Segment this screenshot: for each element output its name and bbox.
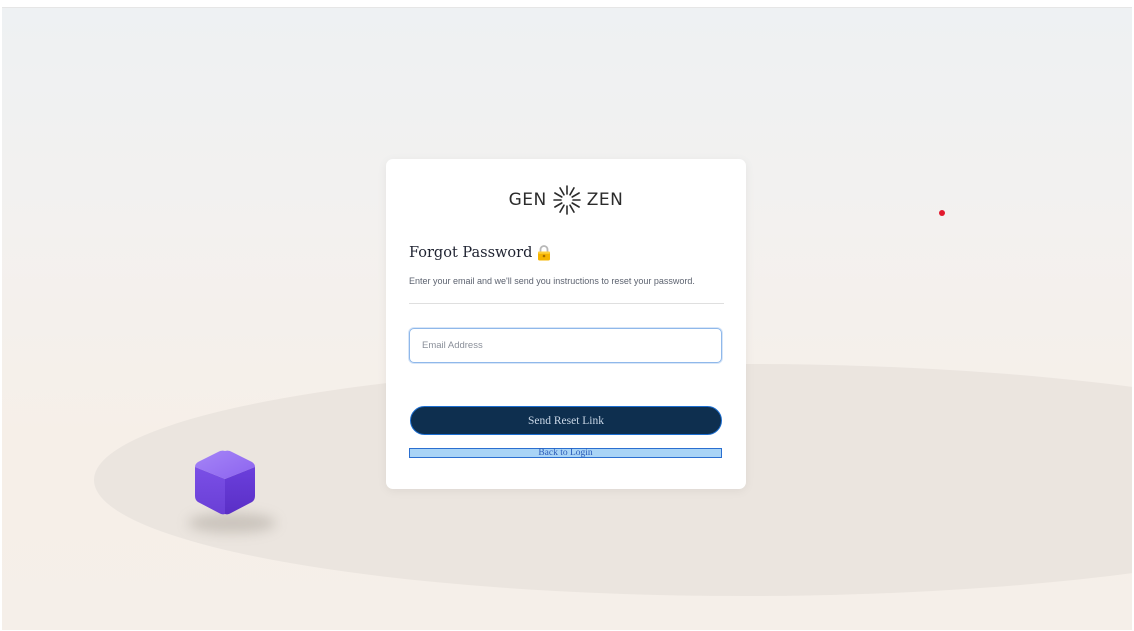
- lock-icon: [538, 245, 551, 261]
- form-heading: Forgot Password: [409, 245, 551, 261]
- send-reset-link-button[interactable]: Send Reset Link: [410, 406, 722, 435]
- cube-shadow: [188, 513, 276, 533]
- brand-name-right: ZEN: [586, 190, 624, 210]
- red-dot-marker: [939, 210, 945, 216]
- page-title: Forgot Password: [409, 245, 533, 261]
- brand-name-left: GEN: [508, 190, 547, 210]
- page-viewport: GEN ZEN Forgot Password Enter your email…: [0, 0, 1134, 631]
- sunburst-logo-icon: [552, 185, 581, 215]
- back-to-login-link[interactable]: Back to Login: [409, 448, 722, 458]
- form-divider: [409, 303, 724, 304]
- forgot-password-card: GEN ZEN Forgot Password Enter your email…: [386, 159, 746, 489]
- brand-logo: GEN ZEN: [386, 183, 746, 217]
- email-field[interactable]: [409, 328, 722, 363]
- form-instructions: Enter your email and we'll send you inst…: [409, 276, 695, 286]
- purple-cube-icon: [195, 450, 255, 515]
